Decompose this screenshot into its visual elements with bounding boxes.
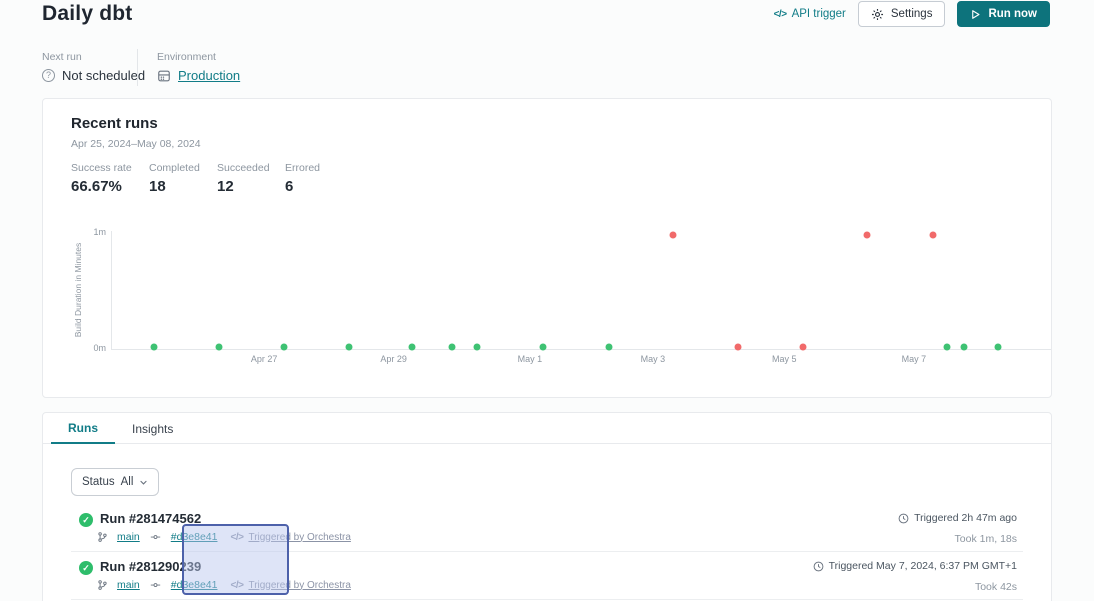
run-data-point-error[interactable]: [863, 231, 870, 238]
stat-value: 6: [285, 178, 320, 195]
settings-label: Settings: [891, 8, 933, 20]
api-trigger-label: API trigger: [792, 8, 846, 20]
stat-label: Errored: [285, 162, 320, 174]
run-duration: Took 42s: [975, 581, 1017, 593]
status-filter-dropdown[interactable]: Status All: [71, 468, 159, 496]
run-data-point-error[interactable]: [735, 343, 742, 350]
help-icon: ?: [42, 69, 55, 82]
run-data-point-success[interactable]: [151, 343, 158, 350]
stat-label: Succeeded: [217, 162, 270, 174]
status-filter-label: Status: [82, 476, 115, 488]
next-run-value: ? Not scheduled: [42, 68, 145, 83]
y-tick-label: 0m: [93, 343, 106, 353]
branch-link[interactable]: main: [117, 531, 140, 543]
run-data-point-success[interactable]: [474, 343, 481, 350]
run-data-point-success[interactable]: [605, 343, 612, 350]
environment-icon: [157, 69, 171, 83]
run-data-point-success[interactable]: [960, 343, 967, 350]
clock-icon: [898, 513, 909, 524]
run-data-point-success[interactable]: [448, 343, 455, 350]
runs-card: Runs Insights Status All ✓ Run #28147456…: [42, 412, 1052, 601]
environment-value: Production: [157, 68, 240, 83]
stat-completed: Completed 18: [149, 162, 200, 195]
environment-label: Environment: [157, 51, 216, 63]
code-icon: </>: [774, 9, 787, 20]
run-data-point-success[interactable]: [943, 343, 950, 350]
stat-errored: Errored 6: [285, 162, 320, 195]
run-duration: Took 1m, 18s: [955, 533, 1017, 545]
x-tick-label: Apr 27: [251, 354, 278, 364]
run-triggered-time: Triggered May 7, 2024, 6:37 PM GMT+1: [813, 560, 1017, 572]
x-tick-label: May 7: [902, 354, 927, 364]
commit-icon: [149, 580, 162, 590]
next-run-label: Next run: [42, 51, 82, 63]
git-branch-icon: [97, 579, 108, 591]
stat-value: 18: [149, 178, 200, 195]
job-detail-page: Daily dbt </> API trigger Settings Run n…: [0, 0, 1094, 601]
gear-icon: [871, 8, 884, 21]
page-title: Daily dbt: [42, 2, 132, 26]
run-data-point-success[interactable]: [216, 343, 223, 350]
recent-runs-date-range: Apr 25, 2024–May 08, 2024: [71, 138, 201, 150]
run-data-point-success[interactable]: [540, 343, 547, 350]
recent-runs-title: Recent runs: [71, 115, 158, 132]
branch-link[interactable]: main: [117, 579, 140, 591]
environment-link[interactable]: Production: [178, 68, 240, 83]
git-branch-icon: [97, 531, 108, 543]
triggered-text: Triggered 2h 47m ago: [914, 512, 1017, 524]
tab-runs[interactable]: Runs: [51, 413, 115, 444]
y-tick-label: 1m: [93, 227, 106, 237]
run-data-point-error[interactable]: [800, 343, 807, 350]
x-tick-label: May 1: [518, 354, 543, 364]
stat-success-rate: Success rate 66.67%: [71, 162, 132, 195]
run-now-button[interactable]: Run now: [957, 1, 1050, 27]
chart-plot: 1m 0m Apr 27Apr 29May 1May 3May 5May 7: [111, 231, 1051, 350]
x-tick-label: May 3: [641, 354, 666, 364]
api-trigger-link[interactable]: </> API trigger: [774, 8, 846, 20]
tab-row: Runs Insights: [43, 413, 1051, 444]
stat-value: 12: [217, 178, 270, 195]
play-icon: [970, 9, 981, 20]
stat-succeeded: Succeeded 12: [217, 162, 270, 195]
annotation-highlight-box: [182, 524, 289, 595]
stat-label: Completed: [149, 162, 200, 174]
tab-insights[interactable]: Insights: [115, 413, 190, 444]
run-data-point-success[interactable]: [345, 343, 352, 350]
settings-button[interactable]: Settings: [858, 1, 946, 27]
recent-runs-card: Recent runs Apr 25, 2024–May 08, 2024 Su…: [42, 98, 1052, 398]
run-data-point-success[interactable]: [995, 343, 1002, 350]
run-data-point-success[interactable]: [409, 343, 416, 350]
next-run-text: Not scheduled: [62, 68, 145, 83]
status-filter-value: All: [121, 476, 134, 488]
success-check-icon: ✓: [79, 513, 93, 527]
run-data-point-error[interactable]: [669, 231, 676, 238]
chevron-down-icon: [139, 478, 148, 487]
run-now-label: Run now: [988, 8, 1037, 20]
run-data-point-success[interactable]: [280, 343, 287, 350]
x-tick-label: Apr 29: [380, 354, 407, 364]
stat-value: 66.67%: [71, 178, 132, 195]
chart-y-axis-label: Build Duration in Minutes: [73, 243, 83, 338]
meta-divider: [137, 49, 138, 86]
clock-icon: [813, 561, 824, 572]
header-actions: </> API trigger Settings Run now: [774, 1, 1050, 27]
run-triggered-time: Triggered 2h 47m ago: [898, 512, 1017, 524]
run-data-point-error[interactable]: [929, 231, 936, 238]
triggered-text: Triggered May 7, 2024, 6:37 PM GMT+1: [829, 560, 1017, 572]
success-check-icon: ✓: [79, 561, 93, 575]
commit-icon: [149, 532, 162, 542]
stat-label: Success rate: [71, 162, 132, 174]
x-tick-label: May 5: [772, 354, 797, 364]
